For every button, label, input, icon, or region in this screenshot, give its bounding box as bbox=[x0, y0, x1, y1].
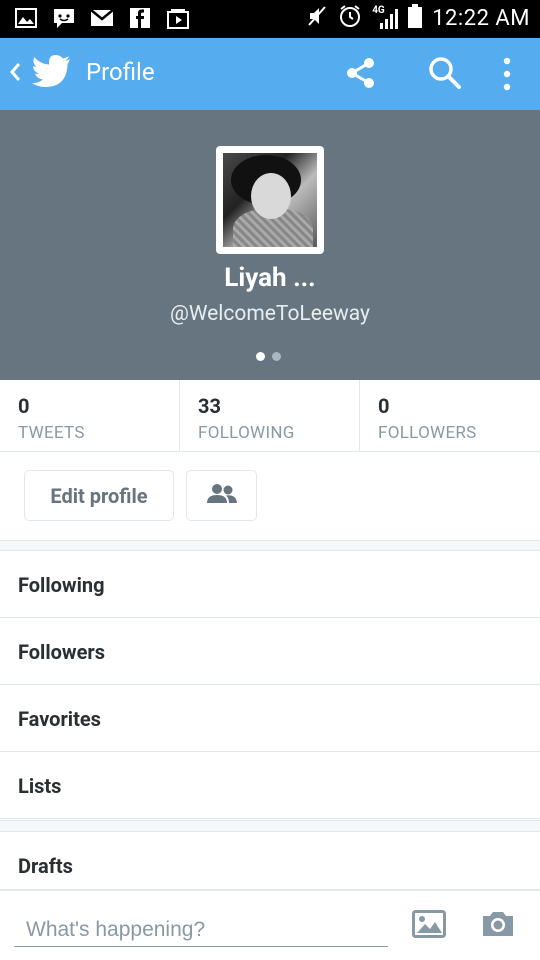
alarm-icon bbox=[338, 4, 362, 32]
image-icon[interactable] bbox=[412, 910, 446, 942]
stat-label: FOLLOWING bbox=[198, 423, 295, 443]
section-divider bbox=[0, 540, 540, 551]
mute-icon bbox=[306, 5, 328, 31]
facebook-icon bbox=[128, 7, 152, 29]
stat-value: 0 bbox=[378, 394, 390, 418]
edit-profile-button[interactable]: Edit profile bbox=[24, 470, 174, 521]
clock: 12:22 AM bbox=[432, 5, 530, 31]
page-dot bbox=[272, 352, 281, 361]
app-bar: Profile bbox=[0, 38, 540, 110]
people-icon bbox=[205, 483, 239, 509]
stat-value: 0 bbox=[18, 394, 30, 418]
people-button[interactable] bbox=[186, 470, 257, 521]
battery-icon bbox=[408, 4, 423, 32]
stat-tweets[interactable]: 0 TWEETS bbox=[0, 380, 180, 452]
profile-actions: Edit profile bbox=[0, 452, 540, 540]
page-title: Profile bbox=[86, 58, 155, 86]
avatar-photo bbox=[223, 153, 317, 247]
media-icon bbox=[166, 7, 190, 29]
avatar[interactable] bbox=[216, 146, 324, 254]
gallery-icon bbox=[14, 7, 38, 29]
gmail-icon bbox=[90, 7, 114, 29]
share-icon[interactable] bbox=[344, 56, 378, 94]
profile-handle: @WelcomeToLeeway bbox=[170, 302, 370, 326]
more-icon[interactable] bbox=[500, 56, 514, 96]
profile-name: Liyah ... bbox=[224, 263, 316, 293]
page-dot-active bbox=[256, 352, 265, 361]
menu-item-following[interactable]: Following bbox=[0, 551, 540, 618]
menu-item-lists[interactable]: Lists bbox=[0, 752, 540, 819]
stat-following[interactable]: 33 FOLLOWING bbox=[180, 380, 360, 452]
stat-followers[interactable]: 0 FOLLOWERS bbox=[360, 380, 540, 452]
page-indicator bbox=[256, 352, 281, 361]
stat-label: TWEETS bbox=[18, 423, 85, 443]
messenger-icon bbox=[52, 7, 76, 29]
signal-icon: 4G bbox=[372, 5, 399, 31]
profile-stats: 0 TWEETS 33 FOLLOWING 0 FOLLOWERS bbox=[0, 380, 540, 452]
camera-icon[interactable] bbox=[481, 910, 515, 942]
back-icon[interactable] bbox=[8, 60, 22, 90]
compose-input[interactable] bbox=[14, 913, 388, 947]
status-bar: 4G 12:22 AM bbox=[0, 0, 540, 38]
menu-item-followers[interactable]: Followers bbox=[0, 618, 540, 685]
menu-item-favorites[interactable]: Favorites bbox=[0, 685, 540, 752]
stat-value: 33 bbox=[198, 394, 221, 418]
stat-label: FOLLOWERS bbox=[378, 423, 477, 443]
twitter-bird-icon[interactable] bbox=[32, 54, 72, 94]
search-icon[interactable] bbox=[428, 56, 462, 94]
section-divider bbox=[0, 820, 540, 832]
profile-header: Liyah ... @WelcomeToLeeway bbox=[0, 110, 540, 380]
compose-bar bbox=[0, 889, 540, 960]
